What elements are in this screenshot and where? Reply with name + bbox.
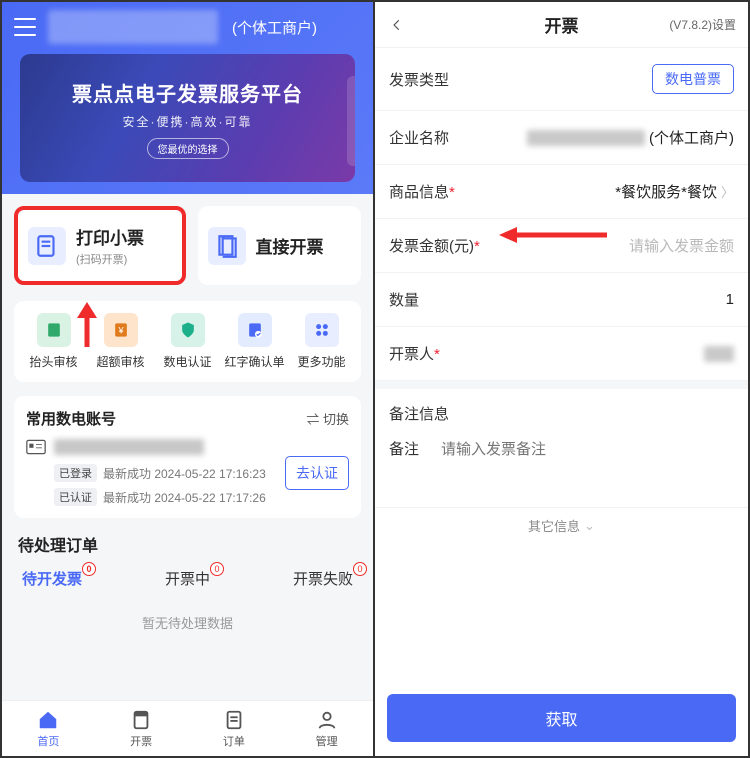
company-label: 企业名称 bbox=[389, 127, 449, 148]
feature-more[interactable]: 更多功能 bbox=[292, 313, 352, 370]
go-verify-button[interactable]: 去认证 bbox=[285, 456, 349, 490]
product-label: 商品信息 bbox=[389, 184, 449, 201]
empty-state: 暂无待处理数据 bbox=[14, 597, 361, 640]
row-quantity[interactable]: 数量 1 bbox=[375, 273, 748, 327]
row-company-name[interactable]: 企业名称 (个体工商户) bbox=[375, 111, 748, 165]
tabbar-manage[interactable]: 管理 bbox=[316, 709, 338, 749]
feature-red-confirm[interactable]: 红字确认单 bbox=[225, 313, 285, 370]
direct-invoice-title: 直接开票 bbox=[256, 233, 324, 258]
print-receipt-sub: (扫码开票) bbox=[76, 251, 144, 267]
direct-invoice-card[interactable]: 直接开票 bbox=[198, 206, 362, 285]
amount-label: 发票金额(元) bbox=[389, 238, 474, 255]
svg-text:¥: ¥ bbox=[117, 325, 124, 335]
orders-icon bbox=[223, 709, 245, 731]
right-navbar: 开票 (V7.8.2)设置 bbox=[375, 2, 748, 48]
home-icon bbox=[37, 709, 59, 731]
verify-time: 最新成功 2024-05-22 17:17:26 bbox=[103, 489, 266, 506]
pending-orders-title: 待处理订单 bbox=[14, 532, 361, 556]
chevron-down-icon: ⌄ bbox=[584, 518, 595, 534]
remark-section-title: 备注信息 bbox=[375, 389, 748, 430]
remark-textarea[interactable] bbox=[441, 438, 734, 489]
badge-count: 0 bbox=[353, 562, 367, 576]
banner-chip: 您最优的选择 bbox=[147, 138, 229, 159]
chevron-right-icon: 〉 bbox=[721, 182, 734, 201]
merchant-name-redacted bbox=[48, 10, 218, 44]
account-section-title: 常用数电账号 bbox=[26, 408, 116, 429]
invoice-icon bbox=[208, 227, 246, 265]
pending-orders-section: 待处理订单 待开发票0 开票中0 开票失败0 暂无待处理数据 bbox=[14, 532, 361, 640]
verified-tag: 已认证 bbox=[54, 488, 97, 506]
qty-label: 数量 bbox=[389, 289, 419, 310]
account-section: 常用数电账号 ⇌ 切换 已登录最新成功 2024-05-22 17:16:23 … bbox=[14, 396, 361, 518]
left-header: (个体工商户) 票点点电子发票服务平台 安全·便携·高效·可靠 您最优的选择 bbox=[2, 2, 373, 194]
banner-title: 票点点电子发票服务平台 bbox=[72, 78, 303, 107]
invoice-type-value[interactable]: 数电普票 bbox=[652, 64, 734, 94]
invoice-tab-icon bbox=[130, 709, 152, 731]
submit-button[interactable]: 获取 bbox=[387, 694, 736, 742]
print-receipt-card[interactable]: 打印小票 (扫码开票) bbox=[14, 206, 186, 285]
account-number-redacted bbox=[54, 439, 204, 455]
tabbar-orders[interactable]: 订单 bbox=[223, 709, 245, 749]
switch-account-link[interactable]: ⇌ 切换 bbox=[306, 409, 349, 428]
tabbar-invoice[interactable]: 开票 bbox=[130, 709, 152, 749]
other-info-label: 其它信息 bbox=[528, 516, 580, 535]
row-product-info[interactable]: 商品信息* *餐饮服务*餐饮〉 bbox=[375, 165, 748, 219]
receipt-icon bbox=[28, 227, 66, 265]
promo-banner[interactable]: 票点点电子发票服务平台 安全·便携·高效·可靠 您最优的选择 bbox=[20, 54, 355, 182]
amount-input[interactable]: 请输入发票金额 bbox=[629, 235, 734, 256]
login-time: 最新成功 2024-05-22 17:16:23 bbox=[103, 465, 266, 482]
product-value: *餐饮服务*餐饮 bbox=[615, 181, 717, 202]
row-invoice-type[interactable]: 发票类型 数电普票 bbox=[375, 48, 748, 111]
user-icon bbox=[316, 709, 338, 731]
bottom-tabbar: 首页 开票 订单 管理 bbox=[2, 700, 373, 756]
menu-icon[interactable] bbox=[14, 18, 36, 36]
qty-value[interactable]: 1 bbox=[726, 291, 734, 308]
tabbar-home[interactable]: 首页 bbox=[37, 709, 59, 749]
tab-invoicing[interactable]: 开票中0 bbox=[165, 568, 210, 589]
tab-pending-invoice[interactable]: 待开发票0 bbox=[22, 568, 82, 589]
page-title: 开票 bbox=[545, 12, 579, 37]
banner-subtitle: 安全·便携·高效·可靠 bbox=[123, 113, 253, 130]
tab-invoice-failed[interactable]: 开票失败0 bbox=[293, 568, 353, 589]
feature-digital-auth[interactable]: 数电认证 bbox=[158, 313, 218, 370]
logged-in-tag: 已登录 bbox=[54, 464, 97, 482]
merchant-type: (个体工商户) bbox=[232, 17, 317, 38]
company-suffix: (个体工商户) bbox=[649, 127, 734, 148]
row-remark: 备注 bbox=[375, 430, 748, 507]
annotation-arrow-icon bbox=[495, 220, 615, 250]
annotation-arrow-icon bbox=[67, 302, 107, 352]
badge-count: 0 bbox=[210, 562, 224, 576]
company-value-redacted bbox=[527, 130, 645, 146]
row-drawer[interactable]: 开票人* bbox=[375, 327, 748, 381]
drawer-value-redacted bbox=[704, 346, 734, 362]
version-settings-link[interactable]: (V7.8.2)设置 bbox=[669, 16, 736, 33]
drawer-label: 开票人 bbox=[389, 346, 434, 363]
print-receipt-title: 打印小票 bbox=[76, 224, 144, 249]
invoice-type-label: 发票类型 bbox=[389, 69, 449, 90]
id-card-icon bbox=[26, 439, 46, 455]
badge-count: 0 bbox=[82, 562, 96, 576]
remark-label: 备注 bbox=[389, 438, 419, 489]
back-icon[interactable] bbox=[387, 15, 407, 35]
other-info-toggle[interactable]: 其它信息 ⌄ bbox=[375, 507, 748, 543]
